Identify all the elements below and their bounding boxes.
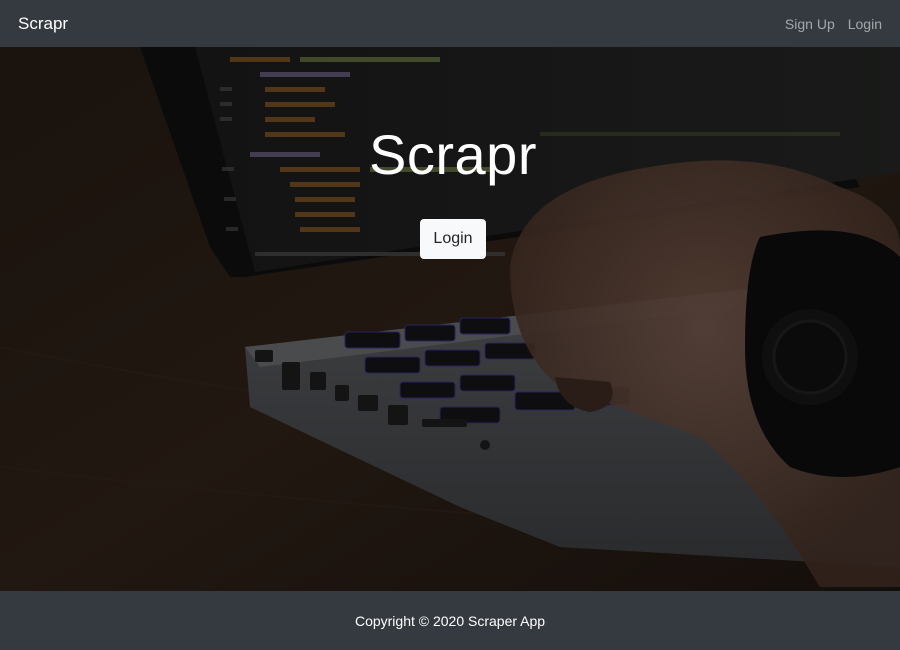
hero-title: Scrapr — [369, 123, 537, 186]
brand-logo[interactable]: Scrapr — [18, 14, 68, 34]
hero-login-button[interactable]: Login — [420, 219, 486, 259]
footer: Copyright © 2020 Scraper App — [0, 591, 900, 650]
nav-signup-link[interactable]: Sign Up — [785, 16, 835, 32]
hero-content: Scrapr Login — [0, 47, 900, 591]
nav-links: Sign Up Login — [785, 16, 882, 32]
page: Scrapr Sign Up Login Scrapr Login Copyri… — [0, 0, 900, 650]
hero-section: Scrapr Login — [0, 47, 900, 591]
nav-login-link[interactable]: Login — [848, 16, 882, 32]
copyright-text: Copyright © 2020 Scraper App — [354, 612, 546, 629]
navbar: Scrapr Sign Up Login — [0, 0, 900, 47]
